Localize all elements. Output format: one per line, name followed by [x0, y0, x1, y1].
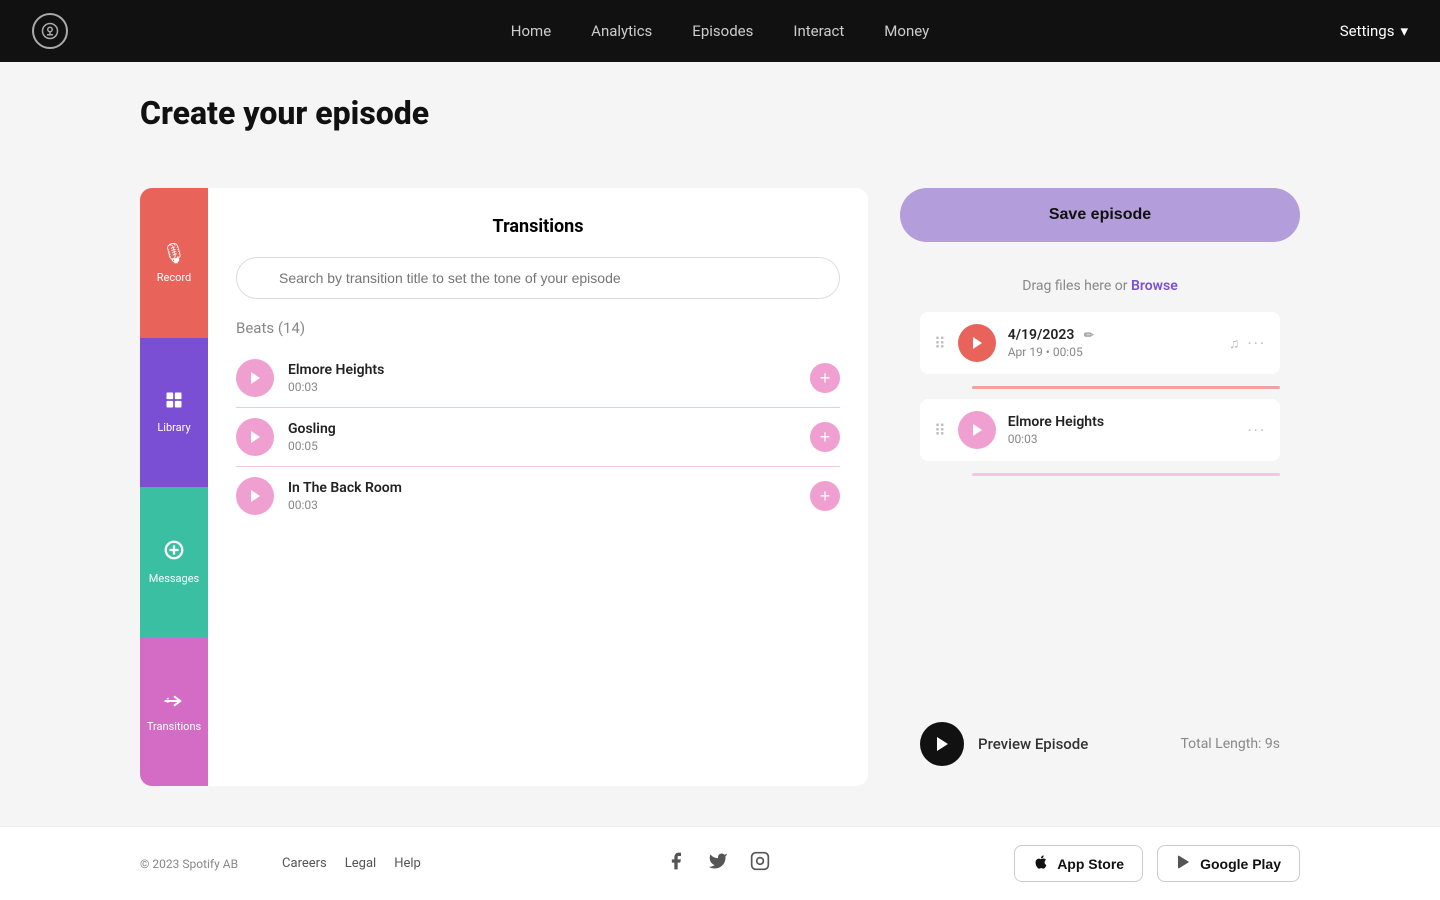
footer-links: Careers Legal Help: [282, 856, 421, 871]
preview-label: Preview Episode: [978, 735, 1088, 753]
transitions-panel: Transitions Beats (14) E: [208, 188, 868, 786]
music-icon-1: ♫: [1229, 335, 1240, 352]
track-name-3: In The Back Room: [288, 480, 796, 496]
brand-logo: [32, 13, 68, 49]
copyright: © 2023 Spotify AB: [140, 857, 238, 871]
episode-track-2: ⠿ Elmore Heights 00:03 ···: [920, 399, 1280, 461]
episode-panel: Drag files here or Browse ⠿ 4/19/2023 ✏ …: [900, 258, 1300, 786]
ep-play-button-2[interactable]: [958, 411, 996, 449]
chevron-down-icon: ▾: [1400, 22, 1408, 40]
nav-home[interactable]: Home: [511, 22, 551, 40]
ep-track-meta-1: Apr 19 • 00:05: [1008, 345, 1217, 359]
drag-area: Drag files here or Browse: [920, 278, 1280, 294]
facebook-icon[interactable]: [666, 851, 686, 876]
save-episode-button[interactable]: Save episode: [900, 188, 1300, 242]
browse-link[interactable]: Browse: [1131, 278, 1178, 294]
right-panel: Save episode Drag files here or Browse ⠿…: [900, 188, 1300, 786]
microphone-icon: 🎙: [161, 241, 186, 265]
nav-money[interactable]: Money: [884, 22, 929, 40]
track-name-1: Elmore Heights: [288, 362, 796, 378]
navbar: Home Analytics Episodes Interact Money S…: [0, 0, 1440, 62]
ep-play-button-1[interactable]: [958, 324, 996, 362]
track-add-button-2[interactable]: +: [810, 422, 840, 452]
nav-analytics[interactable]: Analytics: [591, 22, 652, 40]
page-title: Create your episode: [140, 94, 1300, 132]
sidebar-item-library[interactable]: Library: [140, 338, 208, 488]
transitions-panel-title: Transitions: [236, 216, 840, 237]
search-input[interactable]: [236, 257, 840, 299]
footer-left: © 2023 Spotify AB Careers Legal Help: [140, 856, 421, 871]
episode-track-1: ⠿ 4/19/2023 ✏ Apr 19 • 00:05 ♫ ···: [920, 312, 1280, 374]
sidebar-item-record[interactable]: 🎙 Record: [140, 188, 208, 338]
sidebar: 🎙 Record Library Messages: [140, 188, 208, 786]
beats-header: Beats (14): [236, 319, 840, 337]
track-name-2: Gosling: [288, 421, 796, 437]
track-play-button-3[interactable]: [236, 477, 274, 515]
edit-icon-1[interactable]: ✏: [1084, 328, 1094, 342]
track-item: Elmore Heights 00:03 +: [236, 349, 840, 408]
track-item: In The Back Room 00:03 +: [236, 467, 840, 525]
ep-track-title-1: 4/19/2023 ✏: [1008, 327, 1217, 343]
app-store-button[interactable]: App Store: [1014, 845, 1143, 882]
sidebar-item-transitions[interactable]: Transitions: [140, 637, 208, 787]
more-options-1[interactable]: ···: [1247, 334, 1266, 353]
footer-social: [421, 851, 1014, 876]
nav-links: Home Analytics Episodes Interact Money: [511, 22, 929, 40]
track-play-button-1[interactable]: [236, 359, 274, 397]
drag-handle-2[interactable]: ⠿: [934, 421, 946, 440]
total-length: Total Length: 9s: [1180, 736, 1280, 752]
track-separator-1: [972, 386, 1280, 389]
track-separator-2: [972, 473, 1280, 476]
left-panel: 🎙 Record Library Messages: [140, 188, 868, 786]
settings-menu[interactable]: Settings ▾: [1340, 22, 1408, 40]
nav-interact[interactable]: Interact: [793, 22, 844, 40]
track-duration-3: 00:03: [288, 498, 796, 512]
apple-icon: [1033, 854, 1049, 873]
nav-episodes[interactable]: Episodes: [692, 22, 753, 40]
main-content: 🎙 Record Library Messages: [0, 148, 1440, 826]
track-duration-1: 00:03: [288, 380, 796, 394]
track-add-button-3[interactable]: +: [810, 481, 840, 511]
footer-careers[interactable]: Careers: [282, 856, 327, 871]
footer-help[interactable]: Help: [394, 856, 421, 871]
preview-bar: Preview Episode Total Length: 9s: [920, 712, 1280, 766]
track-duration-2: 00:05: [288, 439, 796, 453]
sidebar-item-messages[interactable]: Messages: [140, 487, 208, 637]
search-wrapper: [236, 257, 840, 299]
more-options-2[interactable]: ···: [1247, 421, 1266, 440]
footer-apps: App Store Google Play: [1014, 845, 1300, 882]
track-play-button-2[interactable]: [236, 418, 274, 456]
drag-handle-1[interactable]: ⠿: [934, 334, 946, 353]
footer-legal[interactable]: Legal: [345, 856, 376, 871]
track-item: Gosling 00:05 +: [236, 408, 840, 467]
preview-play-button[interactable]: [920, 722, 964, 766]
footer: © 2023 Spotify AB Careers Legal Help App…: [0, 826, 1440, 900]
google-play-button[interactable]: Google Play: [1157, 845, 1300, 882]
instagram-icon[interactable]: [750, 851, 770, 876]
google-play-icon: [1176, 854, 1192, 873]
twitter-icon[interactable]: [708, 851, 728, 876]
messages-icon: [163, 539, 185, 566]
transitions-icon: [163, 690, 185, 714]
ep-track-meta-2: 00:03: [1008, 432, 1236, 446]
track-add-button-1[interactable]: +: [810, 363, 840, 393]
ep-track-title-2: Elmore Heights: [1008, 414, 1236, 430]
library-icon: [164, 390, 184, 415]
